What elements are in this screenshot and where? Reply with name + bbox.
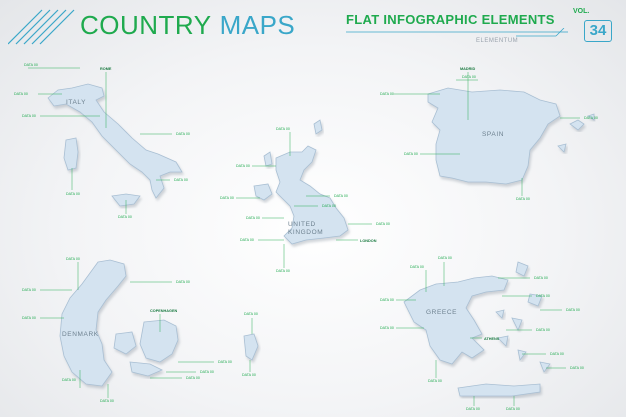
data-point-label: DATA 00 xyxy=(246,216,260,220)
data-point-label: DATA 00 xyxy=(186,376,200,380)
data-point-label: DATA 00 xyxy=(380,298,394,302)
data-point-label: DATA 00 xyxy=(66,257,80,261)
data-point-label: DATA 00 xyxy=(220,196,234,200)
data-point-label: DATA 00 xyxy=(380,92,394,96)
bornholm-shape xyxy=(243,333,259,361)
uk-name-line2: KINGDOM xyxy=(288,229,323,236)
data-point-label: DATA 00 xyxy=(118,215,132,219)
jutland-shape xyxy=(59,259,127,387)
aegean-island-shape xyxy=(515,261,529,277)
data-point-label: DATA 00 xyxy=(176,132,190,136)
uk-name-line1: UNITED xyxy=(288,221,316,228)
data-point-label: DATA 00 xyxy=(404,152,418,156)
data-point-label: DATA 00 xyxy=(66,192,80,196)
data-point-label: DATA 00 xyxy=(322,204,336,208)
spain-capital: MADRID xyxy=(460,67,475,71)
data-point-label: DATA 00 xyxy=(438,256,452,260)
spain-name: SPAIN xyxy=(482,131,504,138)
data-point-label: DATA 00 xyxy=(174,178,188,182)
denmark-name: DENMARK xyxy=(62,331,99,338)
hebrides-shape xyxy=(263,151,273,167)
sardinia-shape xyxy=(63,137,79,171)
balearic-island-small-shape xyxy=(557,143,567,153)
data-point-label: DATA 00 xyxy=(62,378,76,382)
data-point-label: DATA 00 xyxy=(462,75,476,79)
funen-shape xyxy=(113,331,137,355)
data-point-label: DATA 00 xyxy=(428,379,442,383)
data-point-label: DATA 00 xyxy=(334,194,348,198)
data-point-label: DATA 00 xyxy=(22,288,36,292)
data-point-label: DATA 00 xyxy=(380,326,394,330)
data-point-label: DATA 00 xyxy=(410,265,424,269)
data-point-label: DATA 00 xyxy=(176,280,190,284)
shetland-shape xyxy=(313,119,323,135)
data-point-label: DATA 00 xyxy=(22,316,36,320)
aegean-island-shape xyxy=(495,309,505,319)
italy-map: ITALY ROME DATA 00 DATA 00 DATA 00 DATA … xyxy=(14,63,190,219)
data-point-label: DATA 00 xyxy=(276,269,290,273)
denmark-map: DENMARK COPENHAGEN DATA 00 DATA 00 DATA … xyxy=(22,257,259,403)
lolland-shape xyxy=(129,361,163,377)
uk-map: UNITED KINGDOM LONDON DATA 00 DATA 00 DA… xyxy=(220,119,390,273)
greece-mainland-shape xyxy=(403,275,509,365)
data-point-label: DATA 00 xyxy=(242,373,256,377)
data-point-label: DATA 00 xyxy=(570,366,584,370)
uk-capital: LONDON xyxy=(360,239,377,243)
data-point-label: DATA 00 xyxy=(244,312,258,316)
greece-name: GREECE xyxy=(426,309,457,316)
data-point-label: DATA 00 xyxy=(200,370,214,374)
italy-capital: ROME xyxy=(100,67,112,71)
aegean-island-shape xyxy=(539,361,551,373)
data-point-label: DATA 00 xyxy=(566,308,580,312)
data-point-label: DATA 00 xyxy=(550,352,564,356)
crete-shape xyxy=(457,383,541,397)
data-point-label: DATA 00 xyxy=(276,127,290,131)
data-point-label: DATA 00 xyxy=(584,116,598,120)
data-point-label: DATA 00 xyxy=(376,222,390,226)
data-point-label: DATA 00 xyxy=(536,328,550,332)
aegean-island-shape xyxy=(517,349,527,361)
data-point-label: DATA 00 xyxy=(506,407,520,411)
data-point-label: DATA 00 xyxy=(466,407,480,411)
maps-canvas: ITALY ROME DATA 00 DATA 00 DATA 00 DATA … xyxy=(14,63,598,411)
aegean-island-shape xyxy=(511,317,523,331)
balearic-island-shape xyxy=(569,119,585,131)
greece-capital: ATHENS xyxy=(484,337,500,341)
northern-ireland-shape xyxy=(253,183,273,201)
spain-map: SPAIN MADRID DATA 00 DATA 00 DATA 00 DAT… xyxy=(380,67,598,201)
greece-map: GREECE ATHENS DATA 00 DATA 00 DATA 00 DA… xyxy=(380,256,584,411)
data-point-label: DATA 00 xyxy=(236,164,250,168)
data-point-label: DATA 00 xyxy=(218,360,232,364)
zealand-shape xyxy=(139,319,179,363)
aegean-island-shape xyxy=(497,335,509,347)
data-point-label: DATA 00 xyxy=(536,294,550,298)
data-point-label: DATA 00 xyxy=(240,238,254,242)
data-point-label: DATA 00 xyxy=(516,197,530,201)
data-point-label: DATA 00 xyxy=(22,114,36,118)
italy-name: ITALY xyxy=(66,99,86,106)
data-point-label: DATA 00 xyxy=(24,63,38,67)
data-point-label: DATA 00 xyxy=(534,276,548,280)
denmark-capital: COPENHAGEN xyxy=(150,309,177,313)
data-point-label: DATA 00 xyxy=(100,399,114,403)
data-point-label: DATA 00 xyxy=(14,92,28,96)
